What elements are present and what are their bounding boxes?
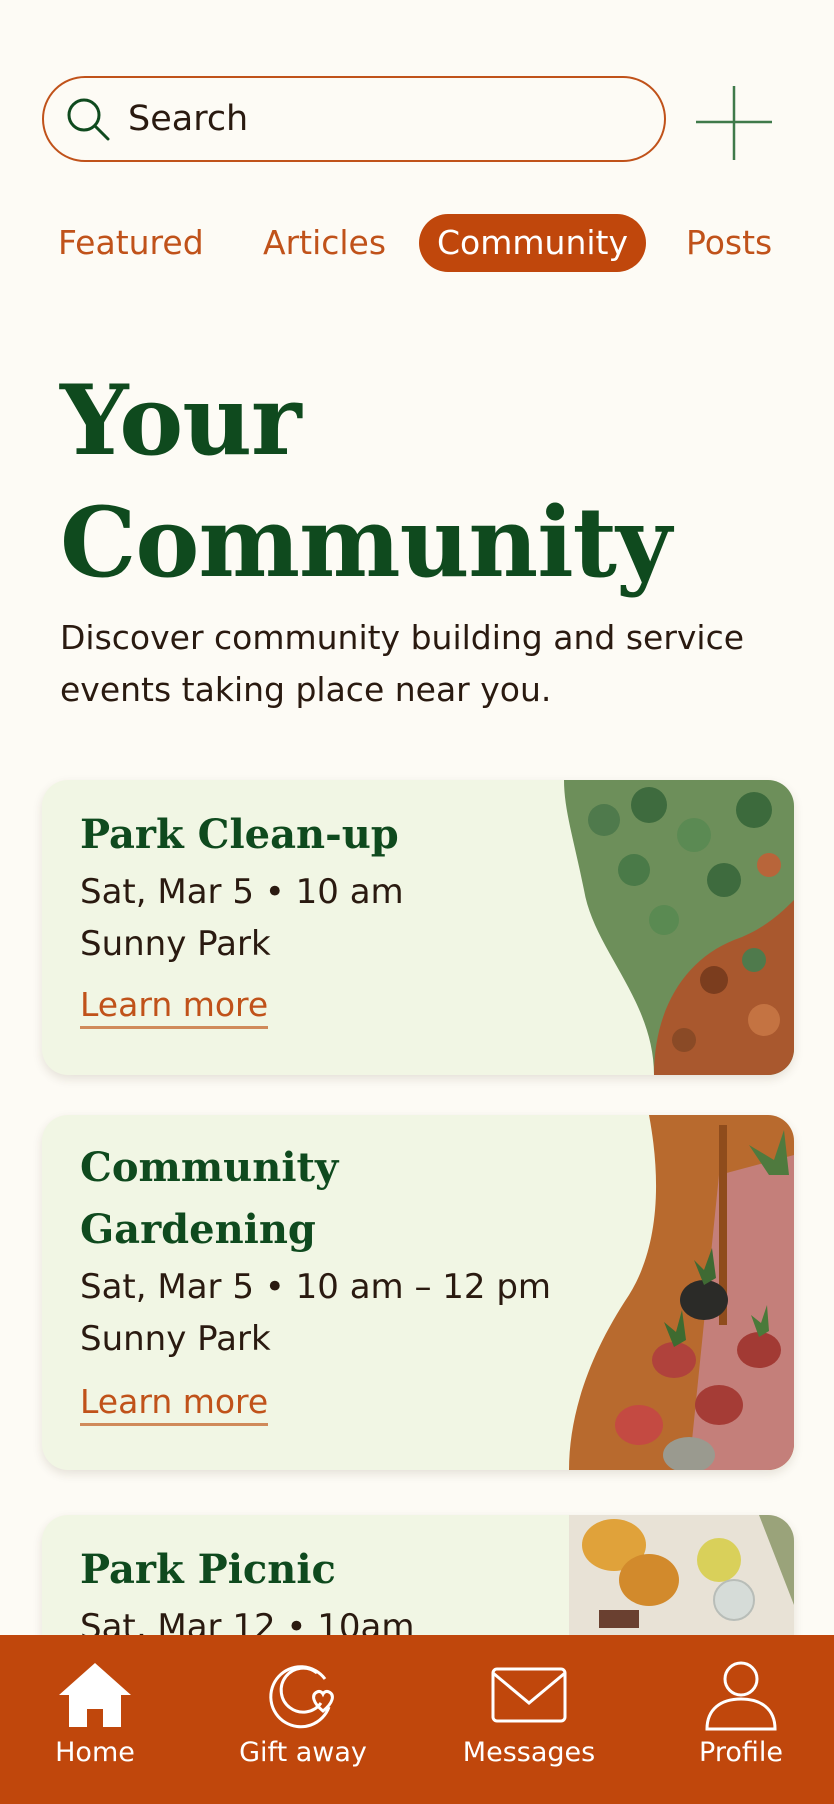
nav-label: Home xyxy=(55,1737,135,1768)
page-title: Your Community xyxy=(60,364,672,599)
nav-gift-away[interactable]: Gift away xyxy=(213,1659,393,1768)
envelope-icon xyxy=(491,1667,567,1723)
tab-articles[interactable]: Articles xyxy=(263,214,386,272)
nav-label: Messages xyxy=(462,1737,596,1768)
nav-messages[interactable]: Messages xyxy=(439,1659,619,1768)
home-icon xyxy=(59,1663,131,1727)
category-tabs: Featured Articles Community Posts xyxy=(0,214,834,274)
tab-featured[interactable]: Featured xyxy=(58,214,204,272)
event-title: Park Picnic xyxy=(80,1546,336,1593)
event-title: Community Gardening xyxy=(80,1144,339,1253)
event-datetime: Sat, Mar 5 • 10 am – 12 pm xyxy=(80,1267,552,1307)
tab-community[interactable]: Community xyxy=(419,214,646,272)
nav-label: Profile xyxy=(699,1737,783,1768)
event-card-community-gardening[interactable]: Community Gardening Sat, Mar 5 • 10 am –… xyxy=(42,1115,794,1470)
gift-away-icon xyxy=(269,1665,334,1729)
nav-home[interactable]: Home xyxy=(5,1659,185,1768)
learn-more-link[interactable]: Learn more xyxy=(80,984,269,1029)
page-subtitle: Discover community building and service … xyxy=(60,618,745,709)
profile-icon xyxy=(705,1661,777,1731)
nav-profile[interactable]: Profile xyxy=(651,1659,831,1768)
event-location: Sunny Park xyxy=(80,1319,271,1359)
potted-plants-photo xyxy=(569,1115,794,1470)
event-location: Sunny Park xyxy=(80,924,271,964)
event-title: Park Clean-up xyxy=(80,811,399,858)
ivy-leaves-photo xyxy=(564,780,794,1075)
learn-more-link[interactable]: Learn more xyxy=(80,1381,269,1426)
search-bar[interactable] xyxy=(42,76,666,162)
event-datetime: Sat, Mar 5 • 10 am xyxy=(80,872,404,912)
search-input[interactable] xyxy=(128,99,648,139)
tab-posts[interactable]: Posts xyxy=(686,214,772,272)
bottom-nav: Home Gift away Messages Profile xyxy=(0,1635,834,1804)
add-icon[interactable] xyxy=(694,84,774,162)
nav-label: Gift away xyxy=(239,1737,367,1768)
search-icon xyxy=(67,98,110,141)
event-card-park-cleanup[interactable]: Park Clean-up Sat, Mar 5 • 10 am Sunny P… xyxy=(42,780,794,1075)
